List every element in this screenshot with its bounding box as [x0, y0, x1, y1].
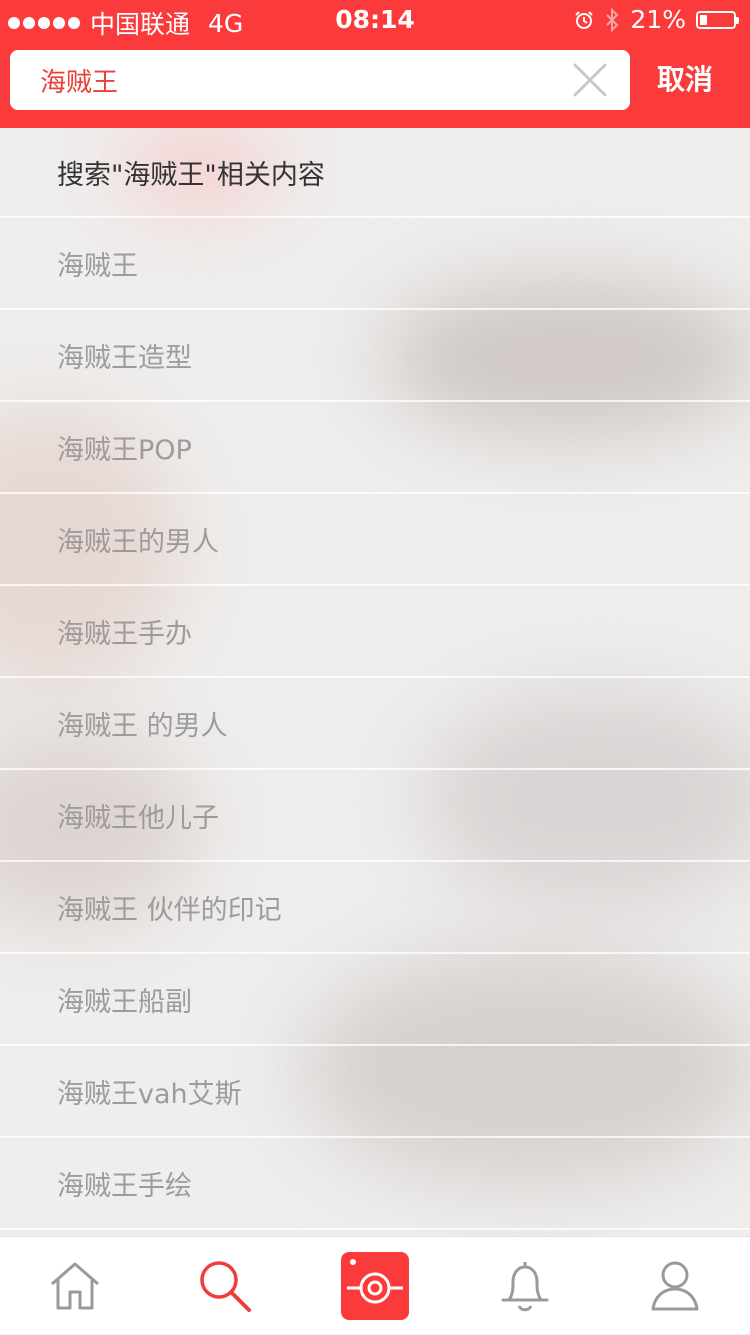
status-bar: 中国联通 4G 08:14 21%	[0, 0, 750, 40]
tab-home[interactable]	[0, 1237, 150, 1335]
bluetooth-icon	[606, 7, 619, 32]
search-input[interactable]	[40, 50, 560, 110]
suggestion-item[interactable]: 海贼王手办	[0, 586, 750, 678]
close-icon[interactable]	[572, 62, 608, 98]
suggestion-item[interactable]: 海贼王手绘	[0, 1138, 750, 1230]
tab-camera[interactable]	[300, 1237, 450, 1335]
home-icon	[51, 1262, 99, 1310]
battery-percent: 21%	[630, 5, 686, 34]
search-box	[10, 50, 630, 110]
tab-notifications[interactable]	[450, 1237, 600, 1335]
suggestion-item[interactable]: 海贼王 伙伴的印记	[0, 862, 750, 954]
search-icon	[200, 1261, 251, 1312]
tab-search[interactable]	[150, 1237, 300, 1335]
suggestion-item[interactable]: 海贼王造型	[0, 310, 750, 402]
cancel-button[interactable]: 取消	[645, 50, 725, 110]
tab-profile[interactable]	[600, 1237, 750, 1335]
user-icon	[651, 1261, 699, 1311]
suggestion-item[interactable]: 海贼王船副	[0, 954, 750, 1046]
header-bar: 中国联通 4G 08:14 21% 取消	[0, 0, 750, 128]
search-related-content[interactable]: 搜索"海贼王"相关内容	[0, 128, 750, 218]
suggestion-list: 搜索"海贼王"相关内容 海贼王 海贼王造型 海贼王POP 海贼王的男人 海贼王手…	[0, 128, 750, 1230]
bell-icon	[501, 1262, 549, 1312]
tab-bar	[0, 1236, 750, 1334]
suggestion-item[interactable]: 海贼王的男人	[0, 494, 750, 586]
suggestion-item[interactable]: 海贼王	[0, 218, 750, 310]
suggestion-item[interactable]: 海贼王POP	[0, 402, 750, 494]
camera-icon	[341, 1252, 409, 1320]
alarm-icon	[575, 10, 594, 29]
suggestion-item[interactable]: 海贼王他儿子	[0, 770, 750, 862]
status-right: 21%	[574, 5, 739, 34]
battery-icon	[696, 10, 739, 29]
suggestion-item[interactable]: 海贼王 的男人	[0, 678, 750, 770]
suggestion-item[interactable]: 海贼王vah艾斯	[0, 1046, 750, 1138]
